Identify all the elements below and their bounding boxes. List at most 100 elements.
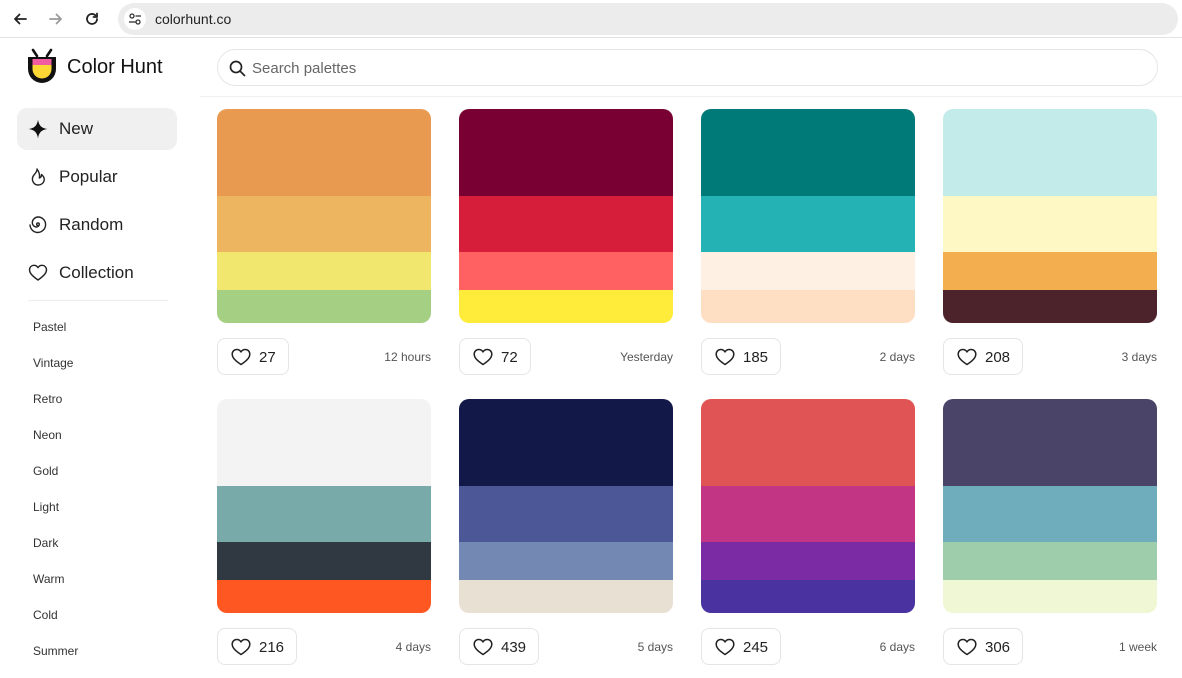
nav-new-label: New: [59, 119, 94, 138]
palette-color-swatch[interactable]: [701, 109, 915, 196]
palette-color-swatch[interactable]: [943, 486, 1157, 542]
palette-color-swatch[interactable]: [217, 252, 431, 290]
palette-color-swatch[interactable]: [701, 399, 915, 486]
palette-card[interactable]: [943, 109, 1157, 323]
search-box[interactable]: [217, 49, 1158, 86]
palette-color-swatch[interactable]: [943, 580, 1157, 613]
search-input[interactable]: [252, 57, 1132, 79]
palette-color-swatch[interactable]: [217, 399, 431, 486]
palette-card[interactable]: [459, 399, 673, 613]
palette-color-swatch[interactable]: [459, 399, 673, 486]
like-button[interactable]: 27: [217, 338, 289, 375]
palette-card[interactable]: [217, 109, 431, 323]
palette-color-swatch[interactable]: [217, 542, 431, 580]
palette-timestamp: 1 week: [1118, 640, 1157, 654]
palette-color-swatch[interactable]: [943, 252, 1157, 290]
palette-color-swatch[interactable]: [459, 196, 673, 252]
palette-timestamp: 6 days: [879, 640, 915, 654]
palette-color-swatch[interactable]: [943, 290, 1157, 323]
search-icon: [229, 60, 246, 77]
palette-color-swatch[interactable]: [701, 486, 915, 542]
palette-color-swatch[interactable]: [943, 399, 1157, 486]
url-text: colorhunt.co: [155, 11, 232, 27]
nav-collection[interactable]: Collection: [17, 252, 177, 294]
like-button[interactable]: 72: [459, 338, 531, 375]
address-bar[interactable]: colorhunt.co: [118, 3, 1178, 35]
palette-color-swatch[interactable]: [217, 290, 431, 323]
palette-color-swatch[interactable]: [459, 486, 673, 542]
palette-color-swatch[interactable]: [701, 580, 915, 613]
forward-icon[interactable]: [44, 7, 68, 31]
heart-icon: [715, 348, 735, 366]
like-count: 185: [743, 349, 769, 366]
palette-color-swatch[interactable]: [459, 580, 673, 613]
palette-card[interactable]: [701, 399, 915, 613]
palette-color-swatch[interactable]: [217, 109, 431, 196]
palette-color-swatch[interactable]: [701, 290, 915, 323]
heart-icon: [715, 638, 735, 656]
back-icon[interactable]: [8, 7, 32, 31]
palette-timestamp: Yesterday: [620, 350, 673, 364]
tag-warm[interactable]: Warm: [33, 572, 65, 586]
palette-card[interactable]: [459, 109, 673, 323]
heart-icon: [957, 638, 977, 656]
tag-summer[interactable]: Summer: [33, 644, 78, 658]
like-button[interactable]: 245: [701, 628, 781, 665]
palette-timestamp: 4 days: [395, 640, 431, 654]
palette-card[interactable]: [217, 399, 431, 613]
like-count: 306: [985, 639, 1011, 656]
palette-color-swatch[interactable]: [459, 109, 673, 196]
tag-retro[interactable]: Retro: [33, 392, 62, 406]
palette-color-swatch[interactable]: [217, 196, 431, 252]
like-button[interactable]: 216: [217, 628, 297, 665]
spiral-icon: [29, 216, 47, 234]
flame-icon: [31, 168, 45, 186]
palette-timestamp: 12 hours: [384, 350, 431, 364]
color-hunt-logo[interactable]: [24, 48, 60, 86]
sidebar-divider: [28, 300, 168, 301]
palette-color-swatch[interactable]: [459, 252, 673, 290]
like-button[interactable]: 185: [701, 338, 781, 375]
nav-new[interactable]: New: [17, 108, 177, 150]
heart-icon: [28, 264, 48, 281]
palette-card[interactable]: [943, 399, 1157, 613]
palette-card[interactable]: [701, 109, 915, 323]
site-settings-icon[interactable]: [124, 8, 146, 30]
nav-popular[interactable]: Popular: [17, 156, 177, 198]
palette-color-swatch[interactable]: [217, 486, 431, 542]
like-button[interactable]: 208: [943, 338, 1023, 375]
palette-timestamp: 2 days: [879, 350, 915, 364]
nav-popular-label: Popular: [59, 167, 118, 186]
palette-color-swatch[interactable]: [459, 290, 673, 323]
palette-color-swatch[interactable]: [701, 252, 915, 290]
tag-pastel[interactable]: Pastel: [33, 320, 66, 334]
palette-color-swatch[interactable]: [943, 109, 1157, 196]
heart-icon: [231, 348, 251, 366]
like-button[interactable]: 306: [943, 628, 1023, 665]
palette-color-swatch[interactable]: [701, 196, 915, 252]
like-count: 245: [743, 639, 769, 656]
nav-random[interactable]: Random: [17, 204, 177, 246]
heart-icon: [957, 348, 977, 366]
palette-color-swatch[interactable]: [217, 580, 431, 613]
nav-random-label: Random: [59, 215, 124, 234]
sparkle-icon: [28, 119, 48, 139]
tag-dark[interactable]: Dark: [33, 536, 58, 550]
palette-color-swatch[interactable]: [943, 196, 1157, 252]
palette-color-swatch[interactable]: [943, 542, 1157, 580]
heart-icon: [473, 348, 493, 366]
tag-gold[interactable]: Gold: [33, 464, 58, 478]
like-count: 216: [259, 639, 285, 656]
tag-cold[interactable]: Cold: [33, 608, 58, 622]
tag-light[interactable]: Light: [33, 500, 59, 514]
tag-neon[interactable]: Neon: [33, 428, 62, 442]
nav-collection-label: Collection: [59, 263, 134, 282]
palette-timestamp: 3 days: [1121, 350, 1157, 364]
tag-vintage[interactable]: Vintage: [33, 356, 73, 370]
palette-color-swatch[interactable]: [701, 542, 915, 580]
like-button[interactable]: 439: [459, 628, 539, 665]
like-count: 27: [259, 349, 276, 366]
brand-name[interactable]: Color Hunt: [67, 56, 163, 79]
palette-color-swatch[interactable]: [459, 542, 673, 580]
reload-icon[interactable]: [80, 7, 104, 31]
